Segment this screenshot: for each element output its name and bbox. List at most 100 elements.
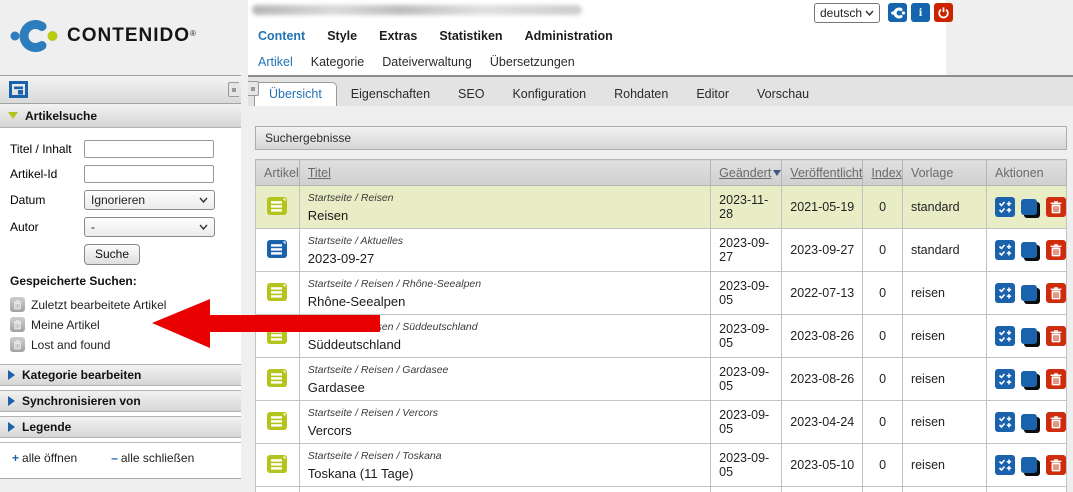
date-select[interactable]: Ignorieren [84,190,215,210]
accordion-synchronisieren-von[interactable]: Synchronisieren von [0,390,241,412]
check-plus-button[interactable] [995,369,1015,389]
template-cell: standard [902,229,986,272]
article-title[interactable]: Vercors [308,423,710,438]
column-header-index[interactable]: Index [863,160,903,186]
splitter-handle-right[interactable] [248,81,259,96]
title-cell[interactable]: Startseite / Reisen / GardaseeGardasee [299,358,710,401]
saved-search-item[interactable]: Zuletzt bearbeitete Artikel [10,297,231,312]
table-row[interactable]: Startseite / Reisen / VercorsVercors2023… [256,401,1067,444]
article-doc-icon[interactable] [266,249,288,263]
article-title[interactable]: 2023-09-27 [308,251,710,266]
column-sort-link[interactable]: Titel [308,166,331,180]
duplicate-button[interactable] [1021,242,1037,258]
check-plus-button[interactable] [995,283,1015,303]
frame-toggle-icon[interactable] [9,81,28,98]
sub-nav-item-übersetzungen[interactable]: Übersetzungen [490,55,575,69]
tab-editor[interactable]: Editor [682,83,743,105]
check-plus-button[interactable] [995,326,1015,346]
column-header-geändert[interactable]: Geändert [711,160,782,186]
info-icon[interactable]: i [911,3,930,22]
collapse-all-link[interactable]: –alle schließen [111,451,194,465]
table-row[interactable]: Startseite / Reisen / Rhône-SeealpenRhôn… [256,272,1067,315]
template-cell: standard [902,186,986,229]
article-doc-icon[interactable] [266,464,288,478]
title-cell[interactable]: Startseite / Aktuelles2023-09-27 [299,229,710,272]
trash-icon[interactable] [10,337,25,352]
duplicate-button[interactable] [1021,457,1037,473]
table-row[interactable]: Startseite / Reisen / SüddeutschlandSüdd… [256,315,1067,358]
table-row[interactable]: Startseite / Reisen / ToskanaToskana (11… [256,444,1067,487]
column-sort-link[interactable]: Index [871,166,902,180]
article-title[interactable]: Süddeutschland [308,337,710,352]
splitter-handle-left[interactable] [228,82,239,97]
sub-nav-item-artikel[interactable]: Artikel [258,55,293,69]
search-button[interactable]: Suche [84,244,140,265]
main-nav-item-statistiken[interactable]: Statistiken [439,29,502,43]
saved-search-item[interactable]: Lost and found [10,337,231,352]
article-title[interactable]: Toskana (11 Tage) [308,466,710,481]
tab-übersicht[interactable]: Übersicht [254,82,337,107]
expand-all-link[interactable]: +alle öffnen [12,451,77,465]
title-cell[interactable]: Startseite / Reisen / ToskanaToskana (11… [299,444,710,487]
column-header-titel[interactable]: Titel [299,160,710,186]
column-sort-link[interactable]: Geändert [719,166,771,180]
sub-nav-item-kategorie[interactable]: Kategorie [311,55,365,69]
table-row[interactable]: Startseite / Aktuelles2023-09-272023-09-… [256,229,1067,272]
duplicate-button[interactable] [1021,414,1037,430]
trash-icon[interactable] [10,317,25,332]
table-row[interactable]: Startseite / ReisenReisen2023-11-282021-… [256,186,1067,229]
delete-button[interactable] [1046,326,1066,346]
article-title[interactable]: Rhône-Seealpen [308,294,710,309]
article-doc-icon[interactable] [266,206,288,220]
duplicate-button[interactable] [1021,328,1037,344]
article-doc-icon[interactable] [266,421,288,435]
accordion-legende[interactable]: Legende [0,416,241,438]
delete-button[interactable] [1046,240,1066,260]
main-nav-item-content[interactable]: Content [258,29,305,43]
trash-icon[interactable] [10,297,25,312]
delete-button[interactable] [1046,369,1066,389]
delete-button[interactable] [1046,455,1066,475]
article-title[interactable]: Reisen [308,208,710,223]
tab-rohdaten[interactable]: Rohdaten [600,83,682,105]
tab-konfiguration[interactable]: Konfiguration [498,83,600,105]
delete-button[interactable] [1046,412,1066,432]
duplicate-button[interactable] [1021,285,1037,301]
duplicate-button[interactable] [1021,371,1037,387]
article-title[interactable]: Gardasee [308,380,710,395]
article-search-header[interactable]: Artikelsuche [0,104,241,128]
duplicate-button[interactable] [1021,199,1037,215]
delete-button[interactable] [1046,283,1066,303]
title-cell[interactable]: Startseite / Reisen / Rhône-SeealpenRhôn… [299,272,710,315]
title-cell[interactable]: Startseite / Reisen / SüddeutschlandSüdd… [299,315,710,358]
column-header-veröffentlicht[interactable]: Veröffentlicht [782,160,863,186]
article-id-input[interactable] [84,165,214,183]
check-plus-button[interactable] [995,240,1015,260]
main-nav-item-administration[interactable]: Administration [525,29,613,43]
sub-nav-item-dateiverwaltung[interactable]: Dateiverwaltung [382,55,472,69]
column-sort-link[interactable]: Veröffentlicht [790,166,862,180]
article-doc-icon[interactable] [266,378,288,392]
logout-icon[interactable] [934,3,953,22]
accordion-kategorie-bearbeiten[interactable]: Kategorie bearbeiten [0,364,241,386]
delete-button[interactable] [1046,197,1066,217]
title-content-input[interactable] [84,140,214,158]
title-cell[interactable]: Startseite / ReisenReisen [299,186,710,229]
contenido-icon[interactable] [888,3,907,22]
tab-eigenschaften[interactable]: Eigenschaften [337,83,444,105]
check-plus-button[interactable] [995,455,1015,475]
main-nav-item-extras[interactable]: Extras [379,29,417,43]
tab-seo[interactable]: SEO [444,83,498,105]
article-doc-icon[interactable] [266,335,288,349]
table-row[interactable]: Startseite / Reisen / GardaseeGardasee20… [256,358,1067,401]
tab-vorschau[interactable]: Vorschau [743,83,823,105]
check-plus-button[interactable] [995,412,1015,432]
article-doc-icon[interactable] [266,292,288,306]
main-nav-item-style[interactable]: Style [327,29,357,43]
table-row-partial [256,487,1067,492]
language-select[interactable]: deutsch [814,3,880,23]
author-select[interactable]: - [84,217,215,237]
saved-search-item[interactable]: Meine Artikel [10,317,231,332]
title-cell[interactable]: Startseite / Reisen / VercorsVercors [299,401,710,444]
check-plus-button[interactable] [995,197,1015,217]
